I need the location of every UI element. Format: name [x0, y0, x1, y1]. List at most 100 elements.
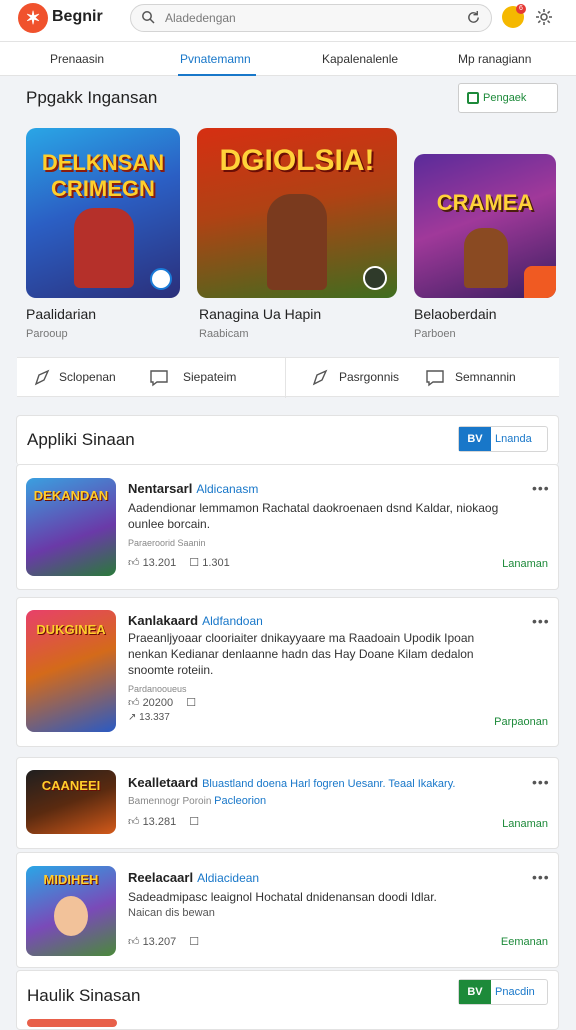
list-item-author-4[interactable]: Aldiacidean	[197, 871, 259, 885]
featured-art-title-1: DELKNSAN CRIMEGN	[41, 150, 165, 201]
list-item-art-4: MIDIHEH	[43, 872, 99, 887]
featured-image-1[interactable]: DELKNSAN CRIMEGN	[26, 128, 180, 298]
list-section-button[interactable]: BV Lnanda	[458, 426, 548, 452]
footer-button-badge: BV	[459, 980, 491, 1004]
list-item-art-2: DUKGINEA	[36, 622, 106, 637]
list-item-author-1[interactable]: Aldicanasm	[196, 482, 258, 496]
featured-title-1[interactable]: Paalidarian	[26, 306, 96, 322]
top-bar: ✶ Begnir Aladedengan 6	[0, 0, 576, 42]
list-section-heading: Appliki Sinaan	[27, 430, 135, 449]
action-sclopenan[interactable]: Sclopenan	[59, 370, 116, 384]
list-item-title-4[interactable]: Reelacaarl Aldiacidean	[128, 870, 259, 885]
list-item-stats-2: 👍︎ 20200 ☐	[128, 696, 196, 709]
featured-title-2[interactable]: Ranagina Ua Hapin	[199, 306, 321, 322]
featured-art-title-3: CRAMEA	[436, 190, 534, 215]
tab-bar: Prenaasin Pvnatemamn Kapalenalenle Mp ra…	[0, 42, 576, 76]
like-icon[interactable]: 👍︎	[128, 936, 140, 948]
featured-action-bar: Sclopenan Siepateim Pasrgonnis Semnannin	[17, 357, 559, 398]
active-tab-indicator	[178, 74, 256, 76]
list-item-meta-4: Naican dis bewan	[128, 907, 215, 919]
comment-icon-2[interactable]	[425, 368, 445, 388]
list-item-meta-2: Pardanooueus	[128, 684, 187, 694]
app-logo-icon[interactable]: ✶	[18, 3, 48, 33]
featured-subtitle-1: Parooup	[26, 328, 68, 340]
more-options-icon[interactable]: •••	[532, 480, 550, 496]
search-bar[interactable]: Aladedengan	[130, 4, 492, 32]
list-section-button-badge: BV	[459, 427, 491, 451]
list-item-author-2[interactable]: Aldfandoan	[202, 614, 263, 628]
featured-title-3[interactable]: Belaoberdain	[414, 306, 497, 322]
search-input[interactable]: Aladedengan	[165, 11, 445, 25]
search-icon	[142, 11, 155, 24]
comment-count-icon[interactable]: ☐	[189, 936, 199, 948]
list-item-action-2[interactable]: Parpaonan	[494, 716, 548, 728]
featured-character-3	[464, 228, 508, 288]
tab-prenaasin[interactable]: Prenaasin	[50, 52, 104, 66]
notification-bell-icon[interactable]: 6	[502, 4, 526, 28]
list-item-title-text-2: Kanlakaard	[128, 613, 199, 628]
comment-count-icon[interactable]: ☐	[189, 557, 199, 569]
comment-count-icon[interactable]: ☐	[186, 697, 196, 709]
list-item-stats-4: 👍︎ 13.207 ☐	[128, 935, 199, 948]
featured-image-2[interactable]: DGIOLSIA!	[197, 128, 397, 298]
likes-count-2: 20200	[142, 697, 174, 709]
list-section-button-label: Lnanda	[495, 433, 532, 445]
action-divider	[285, 358, 286, 398]
tab-kapalenalenle[interactable]: Kapalenalenle	[322, 52, 398, 66]
list-item-image-4[interactable]: MIDIHEH	[26, 866, 116, 956]
featured-badge-icon-1	[150, 268, 172, 290]
settings-icon[interactable]	[535, 8, 553, 26]
list-item-stats-1: 👍︎ 13.201 ☐ 1.301	[128, 556, 230, 569]
comment-icon[interactable]	[149, 368, 169, 388]
featured-button[interactable]: Pengaek	[458, 83, 558, 113]
like-icon[interactable]: 👍︎	[128, 697, 140, 709]
list-item-title-2[interactable]: Kanlakaard Aldfandoan	[128, 613, 263, 628]
share-small-icon[interactable]: ↗	[128, 712, 136, 723]
comment-count-icon[interactable]: ☐	[189, 816, 199, 828]
list-item-character-4	[54, 896, 88, 936]
notification-badge: 6	[516, 4, 526, 14]
footer-button-label: Pnacdin	[495, 986, 535, 998]
like-icon[interactable]: 👍︎	[128, 816, 140, 828]
share-icon[interactable]	[33, 368, 53, 388]
featured-subtitle-3: Parboen	[414, 328, 456, 340]
list-item-image-3[interactable]: CAANEEI	[26, 770, 116, 834]
action-semnannin[interactable]: Semnannin	[455, 370, 516, 384]
list-item-stats-2b: ↗ 13.337	[128, 712, 170, 723]
refresh-icon[interactable]	[466, 10, 481, 25]
list-item-description-4: Sadeadmipasc leaignol Hochatal dnidenans…	[128, 890, 437, 904]
list-item-image-2[interactable]: DUKGINEA	[26, 610, 116, 732]
list-item-action-1[interactable]: Lanaman	[502, 558, 548, 570]
list-item-title-3[interactable]: Kealletaard Bluastland doena Harl fogren …	[128, 775, 528, 790]
list-item-image-1[interactable]: DEKANDAN	[26, 478, 116, 576]
more-options-icon[interactable]: •••	[532, 774, 550, 790]
list-item-title-1[interactable]: Nentarsarl Aldicanasm	[128, 481, 258, 496]
list-item-action-4[interactable]: Eemanan	[501, 936, 548, 948]
list-item-meta-1: Paraeroorid Saanin	[128, 538, 206, 548]
like-icon[interactable]: 👍︎	[128, 557, 140, 569]
tab-mp-ranagiann[interactable]: Mp ranagiann	[458, 52, 531, 66]
featured-image-3[interactable]: CRAMEA	[414, 154, 556, 298]
tab-pvnatemamn[interactable]: Pvnatemamn	[180, 52, 251, 66]
list-section-header: Appliki Sinaan BV Lnanda	[16, 415, 559, 465]
featured-art-title-2: DGIOLSIA!	[219, 144, 375, 177]
list-item-meta-3: Bamennogr Poroin Pacleorion	[128, 795, 266, 807]
more-options-icon[interactable]: •••	[532, 869, 550, 885]
more-options-icon[interactable]: •••	[532, 613, 550, 629]
footer-heading: Haulik Sinasan	[27, 986, 141, 1005]
comments-count-2: 13.337	[139, 712, 170, 723]
featured-badge-icon-3	[524, 266, 556, 298]
list-item-meta-text-3: Bamennogr Poroin	[128, 796, 212, 807]
share-icon-2[interactable]	[311, 368, 331, 388]
featured-subtitle-2: Raabicam	[199, 328, 249, 340]
list-item-author-3[interactable]: Bluastland doena Harl fogren Uesanr. Tea…	[202, 778, 455, 790]
list-item-art-1: DEKANDAN	[33, 488, 109, 503]
action-pasrgonnis[interactable]: Pasrgonnis	[339, 370, 399, 384]
footer-button[interactable]: BV Pnacdin	[458, 979, 548, 1005]
list-item-action-3[interactable]: Lanaman	[502, 818, 548, 830]
featured-heading: Ppgakk Ingansan	[26, 88, 158, 107]
action-siepateim[interactable]: Siepateim	[183, 370, 236, 384]
list-item-description-2: Praeanljyoaar clooriaiter dnikayyaare ma…	[128, 631, 475, 677]
list-item-title-text-1: Nentarsarl	[128, 481, 193, 496]
list-item-meta-link-3[interactable]: Pacleorion	[214, 795, 266, 807]
